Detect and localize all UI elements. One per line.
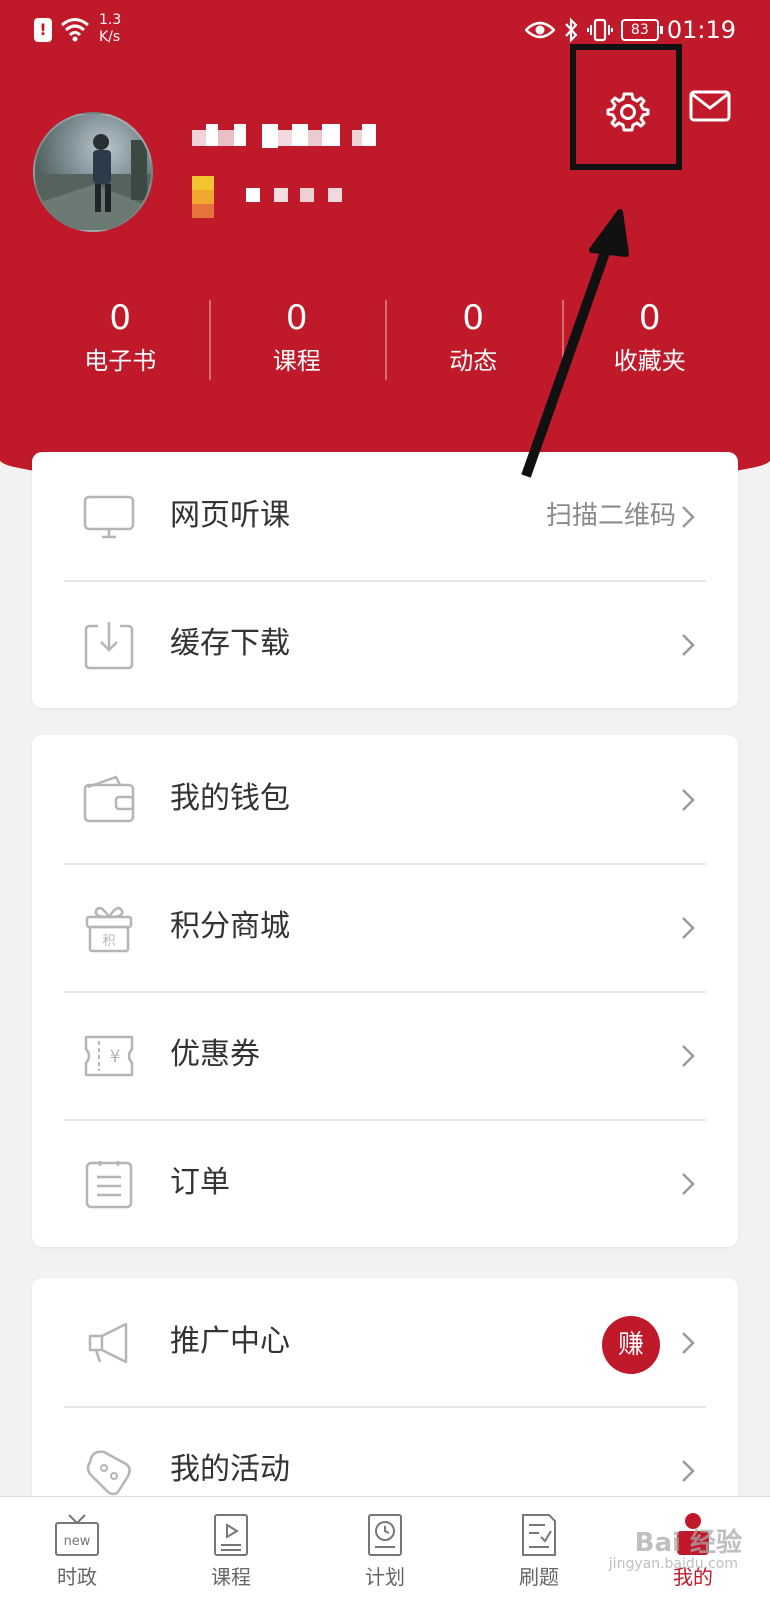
battery-indicator: 83 xyxy=(620,19,663,41)
order-icon xyxy=(85,1161,133,1209)
avatar[interactable] xyxy=(33,112,153,232)
activity-icon xyxy=(86,1450,131,1496)
stat-favorites[interactable]: 0 收藏夹 xyxy=(561,296,739,386)
vibrate-icon xyxy=(586,18,613,42)
menu-item-promotion-center[interactable]: 推广中心 赚 xyxy=(32,1278,738,1406)
menu-item-orders[interactable]: 订单 xyxy=(32,1119,738,1247)
menu-item-label: 我的活动 xyxy=(170,1452,290,1487)
avatar-photo xyxy=(35,134,151,230)
stat-label: 动态 xyxy=(449,347,498,375)
coupon-icon-text: ¥ xyxy=(110,1047,121,1067)
chevron-right-icon xyxy=(682,506,695,528)
menu-item-label: 网页听课 xyxy=(170,498,290,533)
tab-label: 时政 xyxy=(57,1565,97,1589)
menu-item-label: 积分商城 xyxy=(170,909,290,944)
chevron-right-icon xyxy=(682,1045,695,1067)
gift-icon: 积 xyxy=(85,906,133,953)
tab-courses[interactable]: 课程 xyxy=(154,1497,308,1600)
profile-stats: 0 电子书 0 课程 0 动态 0 收藏夹 xyxy=(32,296,738,386)
stat-value: 0 xyxy=(638,298,661,338)
stat-courses[interactable]: 0 课程 xyxy=(208,296,386,386)
network-speed-unit: K/s xyxy=(99,29,121,45)
status-right: 83 01:19 xyxy=(524,14,736,46)
menu-item-wallet[interactable]: 我的钱包 xyxy=(32,735,738,863)
tab-label: 课程 xyxy=(211,1565,251,1589)
menu-item-cache-download[interactable]: 缓存下载 xyxy=(32,580,738,708)
tab-plan[interactable]: 计划 xyxy=(308,1497,462,1600)
chevron-right-icon xyxy=(682,634,695,656)
stat-value: 0 xyxy=(109,298,132,338)
tab-label: 刷题 xyxy=(519,1565,559,1589)
menu-item-points-mall[interactable]: 积 积分商城 xyxy=(32,863,738,991)
course-icon xyxy=(214,1514,248,1556)
mail-icon[interactable] xyxy=(688,86,732,126)
news-tv-icon: new xyxy=(55,1514,99,1556)
megaphone-icon xyxy=(88,1322,128,1364)
chevron-right-icon xyxy=(682,1332,695,1354)
plan-clock-icon xyxy=(368,1514,402,1556)
menu-card-learning: 网页听课 扫描二维码 缓存下载 xyxy=(32,452,738,708)
chevron-right-icon xyxy=(682,917,695,939)
monitor-icon xyxy=(83,495,135,539)
tab-news[interactable]: new 时政 xyxy=(0,1497,154,1600)
news-tv-icon-text: new xyxy=(64,1534,91,1549)
menu-item-label: 我的钱包 xyxy=(170,781,290,816)
wifi-icon xyxy=(61,18,89,42)
network-speed-value: 1.3 xyxy=(99,12,122,28)
menu-item-web-lecture[interactable]: 网页听课 扫描二维码 xyxy=(32,452,738,580)
download-icon xyxy=(84,622,134,670)
level-badge-redacted xyxy=(192,176,342,218)
gift-icon-text: 积 xyxy=(102,934,115,949)
stat-activity-feed[interactable]: 0 动态 xyxy=(385,296,562,386)
settings-highlight-box xyxy=(570,44,682,170)
menu-item-label: 推广中心 xyxy=(170,1324,290,1359)
scan-qr-hint: 扫描二维码 xyxy=(545,501,676,531)
stat-label: 电子书 xyxy=(84,347,157,375)
stat-ebooks[interactable]: 0 电子书 xyxy=(32,296,209,386)
chevron-right-icon xyxy=(682,789,695,811)
chevron-right-icon xyxy=(682,1173,695,1195)
network-speed: 1.3 K/s xyxy=(99,12,139,46)
stat-value: 0 xyxy=(462,298,485,338)
watermark-subtext: jingyan.baidu.com xyxy=(608,1556,738,1572)
clock: 01:19 xyxy=(666,16,736,44)
stat-value: 0 xyxy=(285,298,308,338)
coupon-icon: ¥ xyxy=(84,1035,134,1077)
menu-card-promotion: 推广中心 赚 我的活动 xyxy=(32,1278,738,1518)
stat-label: 课程 xyxy=(272,347,321,375)
menu-item-label: 缓存下载 xyxy=(170,626,290,661)
earn-badge: 赚 xyxy=(602,1316,660,1374)
tab-quiz[interactable]: 刷题 xyxy=(462,1497,616,1600)
bluetooth-icon xyxy=(565,17,578,43)
wallet-icon xyxy=(83,775,135,823)
username-redacted xyxy=(192,124,376,148)
eye-comfort-icon xyxy=(524,21,555,39)
quiz-icon xyxy=(522,1514,556,1556)
menu-item-coupons[interactable]: ¥ 优惠券 xyxy=(32,991,738,1119)
watermark: Bai 经验 xyxy=(634,1528,742,1558)
menu-item-label: 订单 xyxy=(170,1165,230,1200)
tab-label: 计划 xyxy=(365,1565,405,1589)
alert-icon: ! xyxy=(34,18,52,42)
stat-label: 收藏夹 xyxy=(613,347,686,375)
menu-card-account: 我的钱包 积 积分商城 ¥ 优惠券 订单 xyxy=(32,735,738,1247)
chevron-right-icon xyxy=(682,1460,695,1482)
menu-item-label: 优惠券 xyxy=(170,1037,260,1072)
